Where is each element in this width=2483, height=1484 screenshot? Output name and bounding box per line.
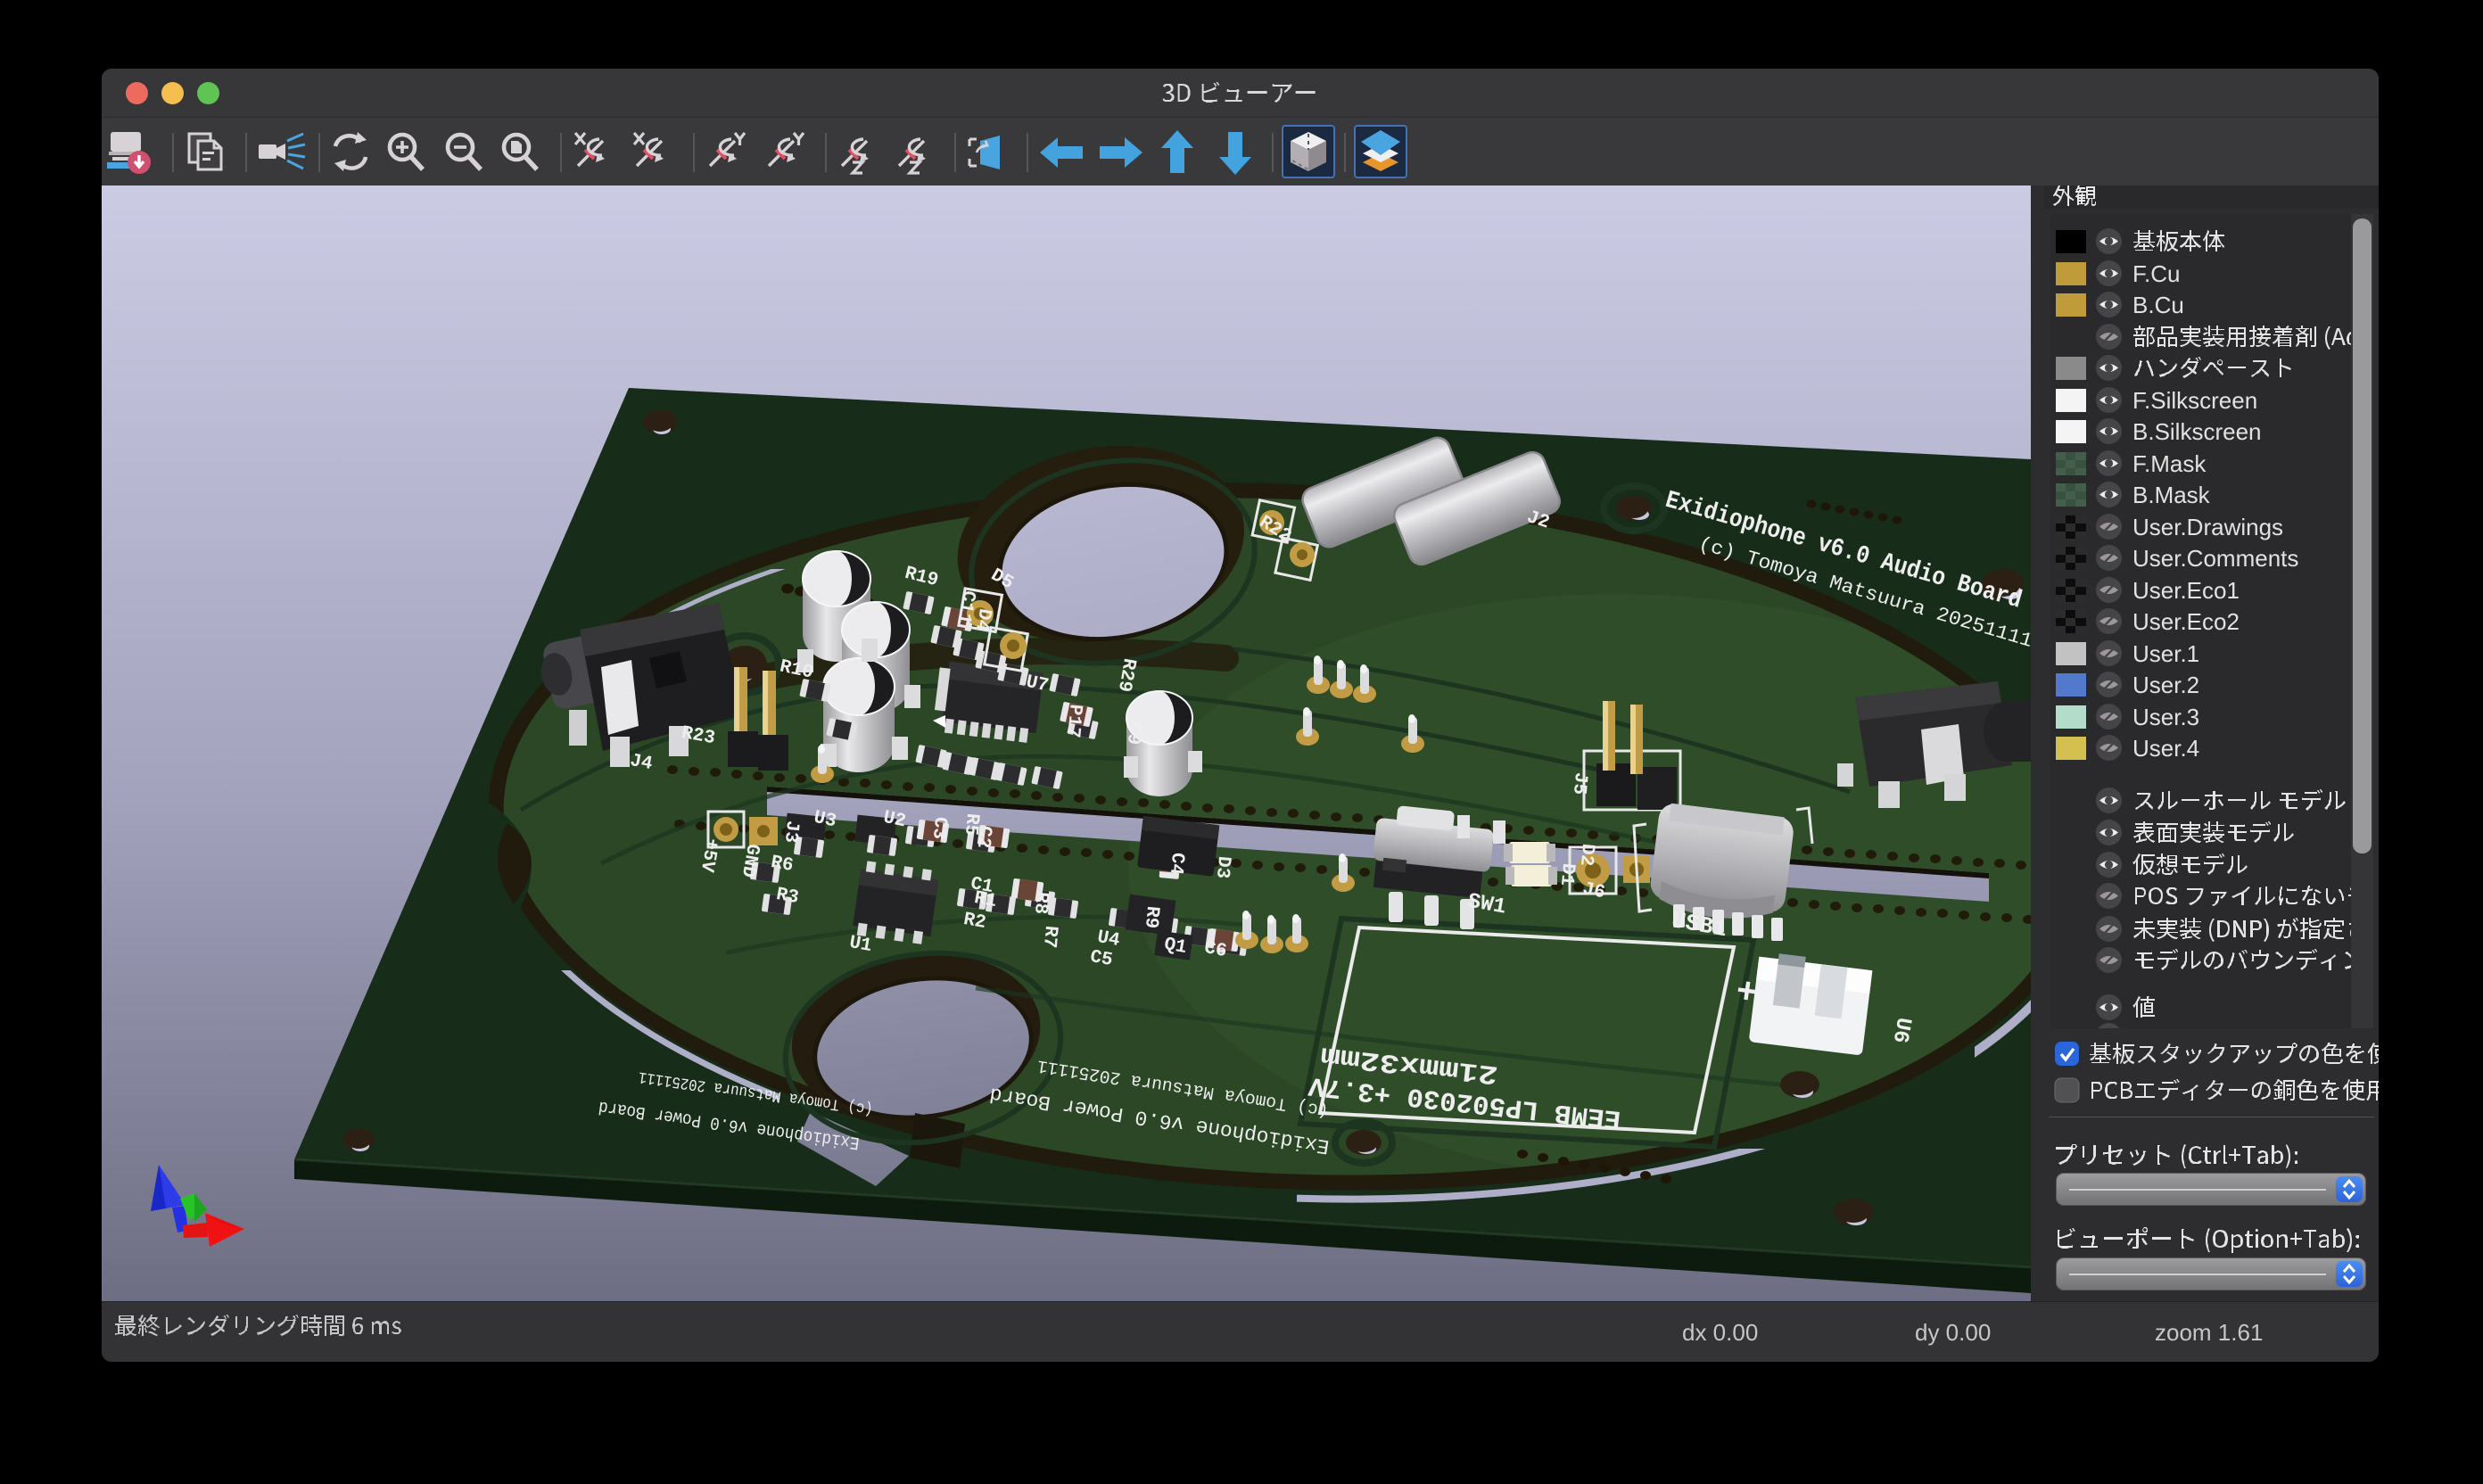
svg-text:C9: C9: [1122, 721, 1144, 746]
svg-text:C5: C5: [1088, 947, 1114, 971]
svg-text:C4: C4: [1165, 852, 1187, 876]
svg-text:R3: R3: [774, 885, 800, 909]
svg-text:D3: D3: [1211, 855, 1233, 879]
svg-text:J5: J5: [1568, 771, 1590, 796]
svg-text:D4: D4: [970, 606, 994, 632]
svg-text:C3: C3: [928, 816, 950, 840]
svg-text:U6: U6: [1887, 1015, 1916, 1044]
svg-text:R1: R1: [972, 888, 998, 912]
svg-text:Q1: Q1: [1162, 935, 1188, 959]
svg-text:R9: R9: [1140, 905, 1162, 929]
svg-text:J4: J4: [628, 751, 654, 775]
svg-text:R7: R7: [1038, 925, 1060, 949]
svg-text:R8: R8: [1029, 891, 1052, 915]
svg-text:R2: R2: [961, 910, 987, 934]
svg-text:P17: P17: [1061, 704, 1085, 739]
svg-text:D1: D1: [1555, 862, 1578, 886]
svg-text:J3: J3: [780, 820, 802, 844]
svg-text:C6: C6: [1202, 938, 1228, 962]
svg-text:D2: D2: [1575, 843, 1597, 867]
svg-text:U1: U1: [847, 933, 873, 957]
svg-text:R6: R6: [769, 853, 795, 877]
svg-text:C2: C2: [972, 825, 994, 849]
